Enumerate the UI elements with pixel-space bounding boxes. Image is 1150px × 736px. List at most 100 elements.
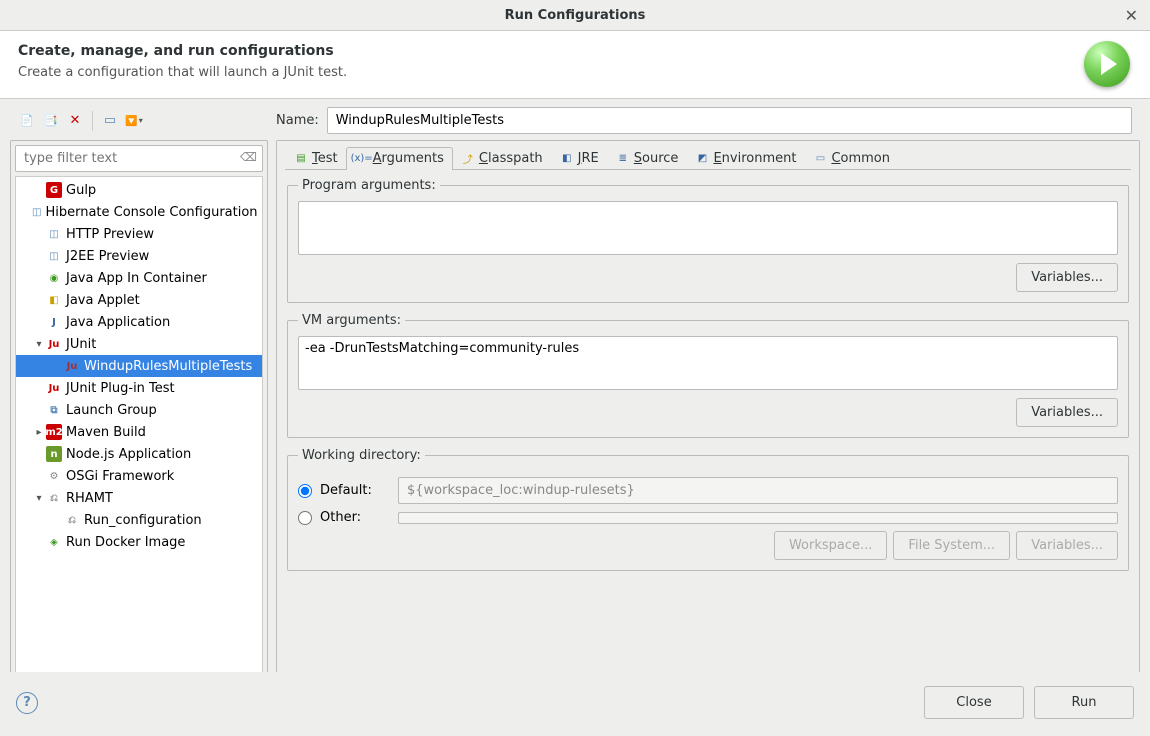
tree-item-http-preview[interactable]: ◫HTTP Preview bbox=[16, 223, 262, 245]
run-button[interactable]: Run bbox=[1034, 686, 1134, 719]
config-type-icon: ◉ bbox=[46, 270, 62, 286]
filter-input[interactable] bbox=[15, 145, 263, 172]
name-input[interactable] bbox=[327, 107, 1132, 134]
tab-icon: ◩ bbox=[695, 152, 709, 166]
tree-item-label: Java Application bbox=[66, 315, 170, 330]
program-args-variables-button[interactable]: Variables... bbox=[1016, 263, 1118, 292]
wd-other-radio[interactable] bbox=[298, 511, 312, 525]
wd-other-label: Other: bbox=[320, 510, 390, 525]
clear-filter-icon[interactable]: ⌫ bbox=[240, 150, 257, 164]
tab-common[interactable]: ▭Common bbox=[804, 147, 899, 170]
delete-config-button[interactable]: ✕ bbox=[64, 110, 86, 132]
config-type-icon: ⎌ bbox=[64, 512, 80, 528]
tree-item-java-applet[interactable]: ◧ Java Applet bbox=[16, 289, 262, 311]
close-button[interactable]: Close bbox=[924, 686, 1024, 719]
program-args-input[interactable] bbox=[298, 201, 1118, 255]
config-type-icon: ◫ bbox=[46, 248, 62, 264]
window-title: Run Configurations bbox=[505, 8, 646, 23]
vm-args-fieldset: VM arguments: Variables... bbox=[287, 313, 1129, 438]
tree-item-label: Java Applet bbox=[66, 293, 140, 308]
tree-item-node-js-application[interactable]: nNode.js Application bbox=[16, 443, 262, 465]
tree-item-java-app-in-container[interactable]: ◉ Java App In Container bbox=[16, 267, 262, 289]
tree-item-rhamt[interactable]: ▾⎌ RHAMT bbox=[16, 487, 262, 509]
tree-item-j2ee-preview[interactable]: ◫ J2EE Preview bbox=[16, 245, 262, 267]
tab-classpath[interactable]: ⤴ Classpath bbox=[452, 147, 552, 170]
wd-default-label: Default: bbox=[320, 483, 390, 498]
config-type-icon: ◧ bbox=[46, 292, 62, 308]
tree-item-label: Java App In Container bbox=[66, 271, 207, 286]
wd-default-field: ${workspace_loc:windup-rulesets} bbox=[398, 477, 1118, 504]
tree-item-maven-build[interactable]: ▸m2 Maven Build bbox=[16, 421, 262, 443]
tree-item-label: J2EE Preview bbox=[66, 249, 149, 264]
filter-dropdown-button[interactable]: ▾ bbox=[123, 110, 145, 132]
tab-label: Classpath bbox=[479, 151, 543, 166]
header-title: Create, manage, and run configurations bbox=[18, 43, 1132, 59]
tree-item-label: OSGi Framework bbox=[66, 469, 174, 484]
help-icon[interactable]: ? bbox=[16, 692, 38, 714]
tree-item-label: WindupRulesMultipleTests bbox=[84, 359, 252, 374]
close-icon[interactable]: ✕ bbox=[1125, 6, 1138, 25]
tab-label: Common bbox=[831, 151, 890, 166]
tab-environment[interactable]: ◩Environment bbox=[686, 147, 805, 170]
tree-item-hibernate-console-configuration[interactable]: ◫ Hibernate Console Configuration bbox=[16, 201, 262, 223]
tab-icon: ⤴ bbox=[461, 152, 475, 166]
tree-item-junit-plug-in-test[interactable]: JuJUnit Plug-in Test bbox=[16, 377, 262, 399]
wd-filesystem-button[interactable]: File System... bbox=[893, 531, 1010, 560]
wd-other-field bbox=[398, 512, 1118, 524]
tree-item-run-configuration[interactable]: ⎌Run_configuration bbox=[16, 509, 262, 531]
duplicate-config-button[interactable] bbox=[40, 110, 62, 132]
wd-default-radio[interactable] bbox=[298, 484, 312, 498]
config-type-icon: Ju bbox=[46, 336, 62, 352]
tab-icon: ▤ bbox=[294, 152, 308, 166]
tab-icon: ◧ bbox=[560, 152, 574, 166]
tab-icon: (x)= bbox=[355, 152, 369, 166]
tree-item-label: HTTP Preview bbox=[66, 227, 154, 242]
tree-item-gulp[interactable]: GGulp bbox=[16, 179, 262, 201]
tree-item-osgi-framework[interactable]: ⚙OSGi Framework bbox=[16, 465, 262, 487]
tab-test[interactable]: ▤Test bbox=[285, 147, 347, 170]
right-panel: ▤Test (x)= Arguments ⤴ Classpath ◧JRE ≣ Source ◩… bbox=[276, 140, 1140, 726]
config-type-icon: Ju bbox=[46, 380, 62, 396]
tree-item-java-application[interactable]: J Java Application bbox=[16, 311, 262, 333]
wd-workspace-button[interactable]: Workspace... bbox=[774, 531, 887, 560]
expander-icon[interactable]: ▾ bbox=[32, 339, 46, 350]
tree-item-label: Gulp bbox=[66, 183, 96, 198]
program-args-fieldset: Program arguments: Variables... bbox=[287, 178, 1129, 303]
collapse-all-button[interactable] bbox=[99, 110, 121, 132]
tree-item-label: JUnit bbox=[66, 337, 96, 352]
config-type-icon: J bbox=[46, 314, 62, 330]
tab-source[interactable]: ≣ Source bbox=[607, 147, 688, 170]
expander-icon[interactable]: ▸ bbox=[32, 427, 46, 438]
tabs: ▤Test (x)= Arguments ⤴ Classpath ◧JRE ≣ Source ◩… bbox=[277, 141, 1139, 170]
titlebar: Run Configurations ✕ bbox=[0, 0, 1150, 30]
expander-icon[interactable]: ▾ bbox=[32, 493, 46, 504]
vm-args-input[interactable] bbox=[298, 336, 1118, 390]
header-subtitle: Create a configuration that will launch … bbox=[18, 65, 1132, 80]
wd-variables-button[interactable]: Variables... bbox=[1016, 531, 1118, 560]
tab-arguments[interactable]: (x)= Arguments bbox=[346, 147, 453, 170]
config-type-icon: ⎌ bbox=[46, 490, 62, 506]
tree-item-label: RHAMT bbox=[66, 491, 113, 506]
tree-item-label: Run Docker Image bbox=[66, 535, 185, 550]
config-type-icon: m2 bbox=[46, 424, 62, 440]
new-config-button[interactable] bbox=[16, 110, 38, 132]
tab-label: Arguments bbox=[373, 151, 444, 166]
tree-item-label: Hibernate Console Configuration bbox=[45, 205, 257, 220]
tree-item-run-docker-image[interactable]: ◈ Run Docker Image bbox=[16, 531, 262, 553]
tab-jre[interactable]: ◧JRE bbox=[551, 147, 608, 170]
tab-label: Source bbox=[634, 151, 679, 166]
config-type-icon: ⧉ bbox=[46, 402, 62, 418]
footer: ? Close Run bbox=[0, 672, 1150, 735]
tree-item-junit[interactable]: ▾Ju JUnit bbox=[16, 333, 262, 355]
config-type-icon: ◫ bbox=[32, 204, 41, 220]
config-tree[interactable]: GGulp◫Hibernate Console Configuration◫HT… bbox=[15, 176, 263, 698]
config-type-icon: ◈ bbox=[46, 534, 62, 550]
vm-args-variables-button[interactable]: Variables... bbox=[1016, 398, 1118, 427]
tree-item-winduprulesmultipletests[interactable]: JuWindupRulesMultipleTests bbox=[16, 355, 262, 377]
tree-item-launch-group[interactable]: ⧉Launch Group bbox=[16, 399, 262, 421]
name-label: Name: bbox=[276, 113, 319, 128]
tab-icon: ≣ bbox=[616, 152, 630, 166]
left-panel: ⌫ GGulp◫Hibernate Console Configuration◫… bbox=[10, 140, 268, 726]
working-dir-legend: Working directory: bbox=[298, 448, 425, 463]
tree-item-label: Maven Build bbox=[66, 425, 146, 440]
